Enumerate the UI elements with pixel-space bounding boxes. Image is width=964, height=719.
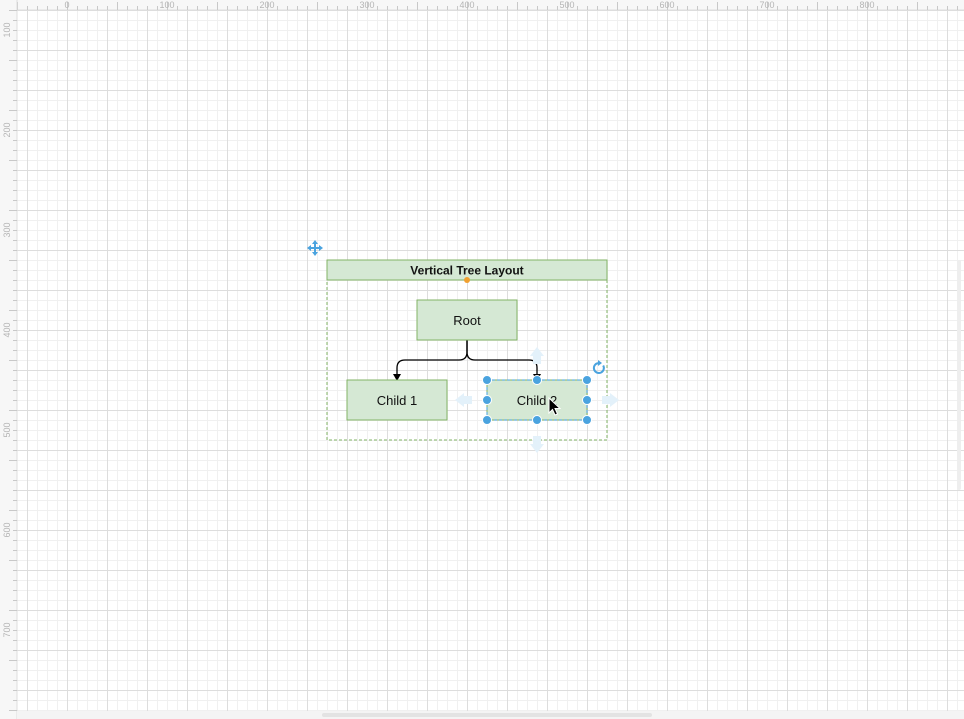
canvas-background[interactable] [17, 10, 964, 719]
left-ruler[interactable]: 100 200 300 400 500 600 700 [0, 0, 18, 719]
container-resize-handle[interactable] [464, 277, 470, 283]
ruler-label: 500 [2, 422, 12, 437]
ruler-label: 800 [859, 0, 874, 10]
horizontal-scrollbar-thumb[interactable] [322, 713, 652, 717]
vertical-scrollbar-thumb[interactable] [957, 260, 961, 490]
resize-handle-ne [582, 375, 592, 385]
ruler-label: 400 [459, 0, 474, 10]
resize-handle-sw [482, 415, 492, 425]
ruler-label: 100 [2, 22, 12, 37]
top-ruler[interactable]: 0 100 200 300 400 500 600 700 800 [0, 0, 964, 11]
ruler-label: 500 [559, 0, 574, 10]
resize-handle-w [482, 395, 492, 405]
ruler-label: 600 [2, 522, 12, 537]
resize-handle-nw [482, 375, 492, 385]
child2-node[interactable]: Child 2 [486, 379, 588, 421]
ruler-label: 300 [2, 222, 12, 237]
resize-handle-se [582, 415, 592, 425]
diagram-canvas[interactable]: 0 100 200 300 400 500 600 700 800 100 200 300 400 50… [0, 0, 964, 719]
ruler-label: 400 [2, 322, 12, 337]
ruler-label: 300 [359, 0, 374, 10]
resize-handle-e [582, 395, 592, 405]
ruler-label: 200 [2, 122, 12, 137]
ruler-label: 600 [659, 0, 674, 10]
resize-handle-s [532, 415, 542, 425]
ruler-label: 100 [159, 0, 174, 10]
root-node[interactable]: Root [416, 299, 518, 341]
container-title: Vertical Tree Layout [410, 264, 523, 278]
child1-label: Child 1 [377, 393, 417, 408]
ruler-label: 200 [259, 0, 274, 10]
ruler-label: 700 [759, 0, 774, 10]
ruler-label: 700 [2, 622, 12, 637]
root-label: Root [453, 313, 481, 328]
ruler-label: 0 [64, 0, 69, 10]
resize-handle-n [532, 375, 542, 385]
child1-node[interactable]: Child 1 [346, 379, 448, 421]
